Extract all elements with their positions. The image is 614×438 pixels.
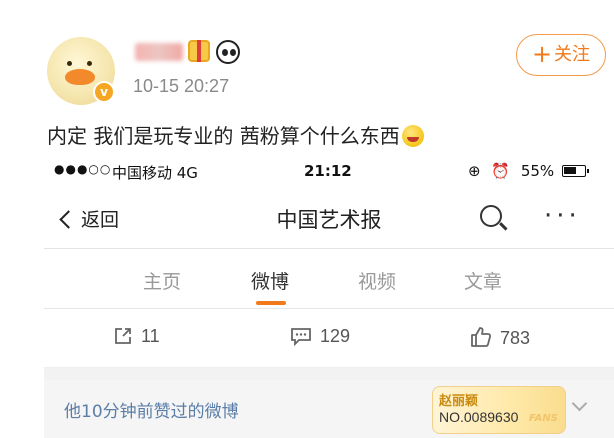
fan-badge-card: 赵丽颖 NO.0089630 FANS xyxy=(432,386,566,434)
active-tab-indicator xyxy=(256,301,286,305)
status-icons: ⊕ ⏰ 55% xyxy=(468,162,554,180)
nav-bar: 返回 中国艺术报 ··· xyxy=(44,187,614,249)
chevron-down-icon[interactable] xyxy=(571,395,588,412)
battery-icon xyxy=(562,165,589,177)
post-text: 内定 我们是玩专业的 茜粉算个什么东西 xyxy=(47,124,400,148)
tab-home[interactable]: 主页 xyxy=(143,267,181,294)
alarm-icon: ⏰ xyxy=(491,162,511,180)
follow-label: 关注 xyxy=(554,44,591,65)
avatar-eye xyxy=(87,61,92,66)
post-body: 内定 我们是玩专业的 茜粉算个什么东西 xyxy=(47,120,424,149)
tab-articles[interactable]: 文章 xyxy=(464,267,502,294)
embedded-screenshot: ●●●○○ 中国移动 4G 21:12 ⊕ ⏰ 55% 返回 中国艺术报 ···… xyxy=(44,157,614,438)
carrier-label: 中国移动 4G xyxy=(112,164,198,182)
share-icon xyxy=(115,328,131,344)
gift-badge-icon xyxy=(188,40,210,62)
status-time: 21:12 xyxy=(304,162,352,180)
tab-video[interactable]: 视频 xyxy=(358,267,396,294)
follow-button[interactable]: + 关注 xyxy=(516,34,606,76)
post-timestamp: 10-15 20:27 xyxy=(133,76,230,96)
panda-badge-icon xyxy=(216,40,240,64)
tab-weibo[interactable]: 微博 xyxy=(251,267,289,294)
liked-weibo-row[interactable]: 他10分钟前赞过的微博 赵丽颖 NO.0089630 FANS xyxy=(44,380,614,438)
like-button[interactable]: 783 xyxy=(470,326,530,349)
page-title: 中国艺术报 xyxy=(276,208,382,232)
tongue-emoji-icon xyxy=(401,125,424,147)
search-icon[interactable] xyxy=(480,205,502,227)
section-divider xyxy=(44,368,614,380)
share-button[interactable]: 11 xyxy=(113,326,160,347)
action-bar: 11 129 783 xyxy=(44,310,614,368)
panda-eye xyxy=(230,49,236,56)
lock-rotation-icon: ⊕ xyxy=(468,162,481,180)
more-icon[interactable]: ··· xyxy=(544,201,581,231)
signal-icon: ●●●○○ xyxy=(54,162,112,176)
fan-badge-tag: FANS xyxy=(529,413,558,424)
fan-badge-number: NO.0089630 xyxy=(439,409,519,425)
like-count: 783 xyxy=(500,328,531,348)
username-blurred[interactable] xyxy=(135,43,183,61)
battery-percent: 55% xyxy=(520,162,555,180)
liked-weibo-label: 他10分钟前赞过的微博 xyxy=(64,402,239,422)
fan-badge-name: 赵丽颖 xyxy=(439,394,479,409)
comment-icon xyxy=(291,328,311,347)
verified-badge-icon: v xyxy=(93,81,115,103)
panda-eye xyxy=(222,49,228,56)
avatar-eye xyxy=(67,61,72,66)
avatar-beak xyxy=(65,69,95,85)
thumbs-up-icon xyxy=(471,327,492,347)
comment-button[interactable]: 129 xyxy=(290,326,350,347)
plus-icon: + xyxy=(531,40,553,68)
profile-tabs: 主页 微博 视频 文章 xyxy=(44,249,614,309)
status-bar: ●●●○○ 中国移动 4G 21:12 ⊕ ⏰ 55% xyxy=(44,157,614,187)
comment-count: 129 xyxy=(320,326,351,346)
share-count: 11 xyxy=(141,326,160,346)
